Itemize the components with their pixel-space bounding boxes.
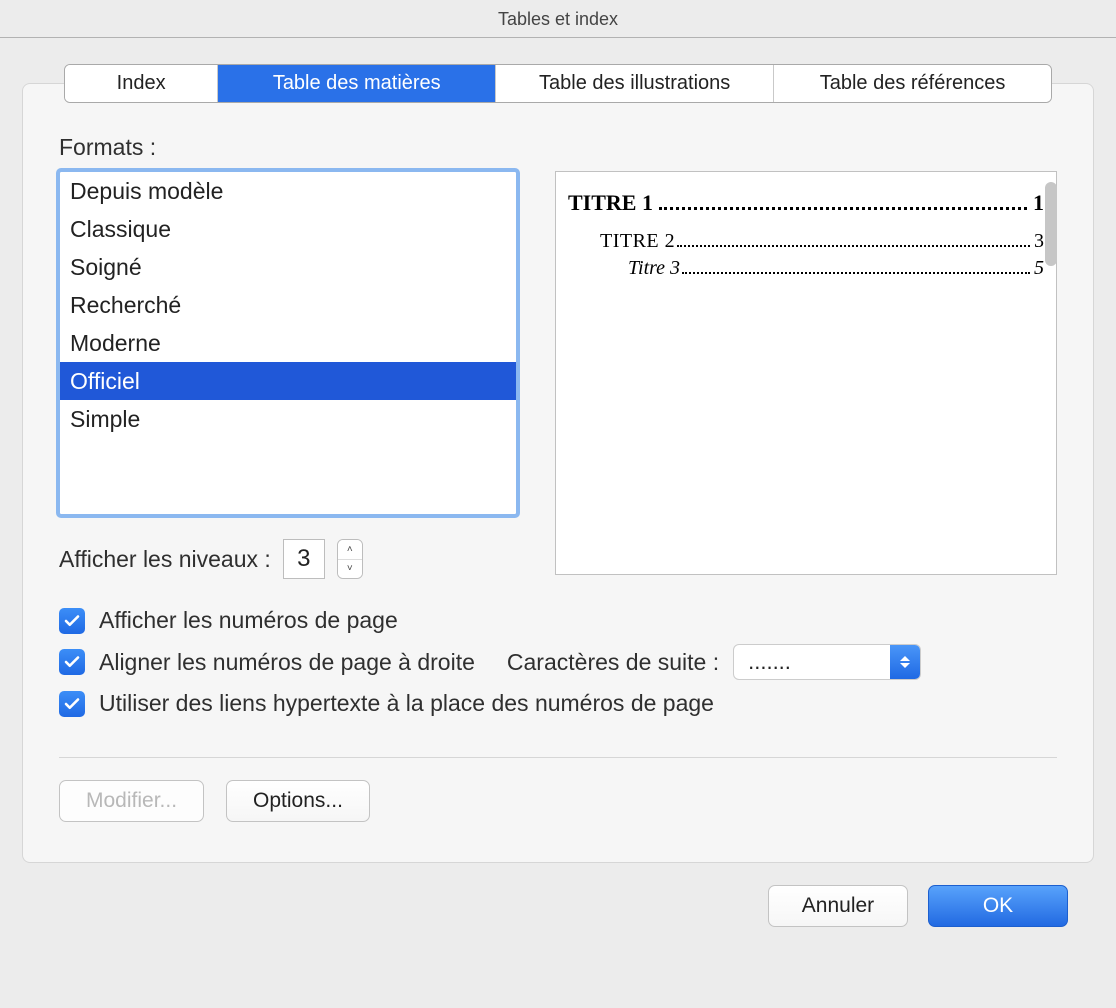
ok-button[interactable]: OK <box>928 885 1068 927</box>
leader-label: Caractères de suite : <box>507 649 719 676</box>
check-icon <box>63 653 81 671</box>
list-item[interactable]: Moderne <box>60 324 516 362</box>
stepper-down-icon[interactable]: ˅ <box>338 560 362 579</box>
leader-dots <box>682 272 1030 274</box>
window-title: Tables et index <box>0 0 1116 38</box>
list-item[interactable]: Classique <box>60 210 516 248</box>
tab-references[interactable]: Table des références <box>773 65 1051 102</box>
preview-page-2: 3 <box>1034 230 1044 253</box>
leader-select[interactable]: ....... <box>733 644 921 680</box>
leader-select-value: ....... <box>734 649 890 675</box>
preview-page-1: 1 <box>1033 190 1044 216</box>
leader-dots <box>677 245 1030 247</box>
stepper-up-icon[interactable]: ˄ <box>338 540 362 560</box>
scrollbar-thumb[interactable] <box>1045 182 1057 266</box>
preview-heading-1: TITRE 1 <box>568 190 653 216</box>
preview-page-3: 5 <box>1034 257 1044 280</box>
levels-label: Afficher les niveaux : <box>59 546 271 573</box>
cancel-button[interactable]: Annuler <box>768 885 908 927</box>
tab-toc[interactable]: Table des matières <box>217 65 495 102</box>
tab-panel: Formats : Depuis modèle Classique Soigné… <box>22 83 1094 863</box>
leader-dots <box>659 207 1027 210</box>
checkbox-use-hyperlinks[interactable] <box>59 691 85 717</box>
formats-listbox[interactable]: Depuis modèle Classique Soigné Recherché… <box>59 171 517 515</box>
formats-label: Formats : <box>59 134 1057 161</box>
preview-pane: TITRE 1 1 TITRE 2 3 Titre 3 5 <box>555 171 1057 575</box>
preview-heading-2: TITRE 2 <box>600 230 675 253</box>
levels-input[interactable] <box>283 539 325 579</box>
list-item[interactable]: Depuis modèle <box>60 172 516 210</box>
tab-index[interactable]: Index <box>65 65 217 102</box>
list-item[interactable]: Simple <box>60 400 516 438</box>
list-item[interactable]: Soigné <box>60 248 516 286</box>
preview-heading-3: Titre 3 <box>628 257 680 280</box>
modify-button: Modifier... <box>59 780 204 822</box>
tab-illustrations[interactable]: Table des illustrations <box>495 65 773 102</box>
list-item-selected[interactable]: Officiel <box>60 362 516 400</box>
tab-bar: Index Table des matières Table des illus… <box>64 64 1052 103</box>
select-caret-icon <box>890 645 920 679</box>
checkbox-label: Aligner les numéros de page à droite <box>99 649 475 676</box>
checkbox-align-right[interactable] <box>59 649 85 675</box>
check-icon <box>63 695 81 713</box>
list-item[interactable]: Recherché <box>60 286 516 324</box>
checkbox-show-page-numbers[interactable] <box>59 608 85 634</box>
checkbox-label: Utiliser des liens hypertexte à la place… <box>99 690 714 717</box>
check-icon <box>63 612 81 630</box>
options-button[interactable]: Options... <box>226 780 370 822</box>
divider <box>59 757 1057 758</box>
checkbox-label: Afficher les numéros de page <box>99 607 398 634</box>
levels-stepper[interactable]: ˄ ˅ <box>337 539 363 579</box>
